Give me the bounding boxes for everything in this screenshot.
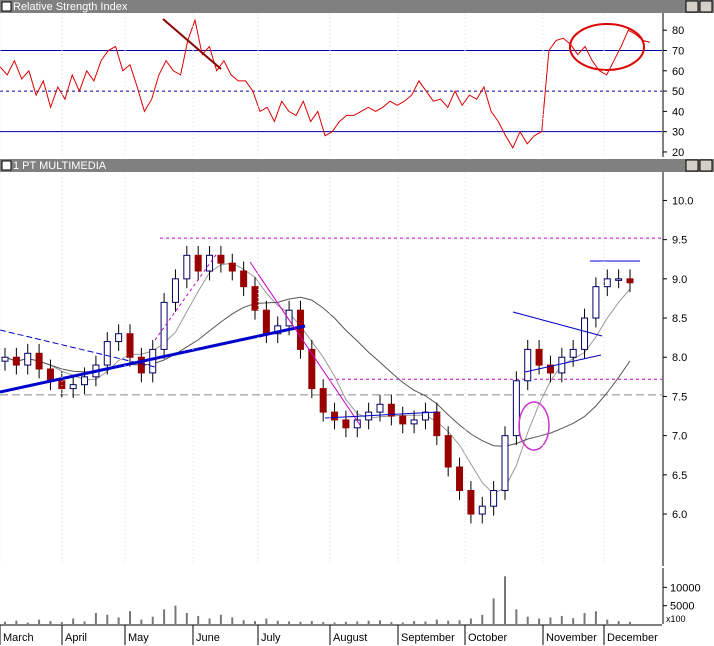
candle-body: [615, 278, 623, 281]
candle-body: [217, 254, 225, 264]
rsi-plot-area: 20 30 40 50 60 70 80: [0, 18, 684, 159]
candle-body: [251, 286, 259, 311]
candle-body: [342, 419, 350, 429]
candle-body: [149, 348, 157, 374]
candle-body: [319, 388, 327, 413]
candle-body: [115, 333, 123, 343]
x-tick-label: October: [468, 632, 507, 644]
candle-body: [194, 254, 202, 272]
candle-body: [103, 341, 111, 366]
x-tick-label: September: [401, 632, 455, 644]
candle-body: [581, 317, 589, 350]
x-tick-label: December: [607, 632, 658, 644]
candle-body: [35, 352, 43, 370]
x-tick-label: March: [3, 632, 34, 644]
candle-body: [206, 254, 214, 272]
candle-body: [626, 278, 634, 284]
x-tick-label: August: [333, 632, 367, 644]
candle-body: [569, 348, 577, 358]
candle-body: [535, 348, 543, 366]
candle-body: [228, 262, 236, 272]
downtrend-magenta-line: [249, 261, 361, 426]
candle-body: [81, 376, 89, 386]
candle-body: [444, 435, 452, 468]
candle-body: [240, 270, 248, 288]
candle-body: [12, 356, 20, 366]
rsi-tick-label: 80: [672, 25, 684, 37]
candle-body: [46, 368, 54, 382]
candle-body: [331, 411, 339, 421]
rsi-tick-label: 60: [672, 66, 684, 78]
price-panel: 1 PT MULTIMEDIA 6.0 6.5 7.0 7.5 8.0 8.5 9.0 9.5…: [0, 159, 714, 566]
rsi-tick-label: 40: [672, 106, 684, 118]
x-tick-label: May: [128, 632, 149, 644]
rsi-tick-label: 20: [672, 147, 684, 159]
rsi-overbought-circle-annotation: [569, 23, 645, 71]
candle-body: [421, 411, 429, 421]
candle-body: [592, 286, 600, 319]
rsi-panel-close[interactable]: [699, 0, 713, 13]
price-tick-label: 7.5: [672, 391, 687, 403]
gap-circle-annotation: [518, 401, 550, 451]
candle-body: [183, 254, 191, 280]
volume-plot-area: 5000 10000: [4, 576, 701, 624]
candle-body: [1, 356, 9, 362]
rsi-trendline-annotation: [162, 18, 222, 70]
price-tick-label: 9.0: [672, 274, 687, 286]
candle-body: [262, 309, 270, 335]
candle-body: [603, 278, 611, 288]
rsi-line: [0, 18, 651, 149]
x-tick-label: April: [65, 632, 87, 644]
rsi-tick-label: 70: [672, 46, 684, 58]
flag-upper-line: [512, 311, 603, 337]
price-title-checkbox[interactable]: [1, 160, 12, 171]
candle-body: [467, 490, 475, 515]
candle-body: [126, 333, 134, 358]
candle-body: [171, 278, 179, 303]
price-tick-label: 7.0: [672, 431, 687, 443]
candle-body: [308, 348, 316, 390]
x-tick-label: June: [196, 632, 220, 644]
rsi-title: Relative Strength Index: [13, 1, 128, 13]
price-panel-close[interactable]: [699, 159, 713, 172]
rsi-tick-label: 30: [672, 127, 684, 139]
candle-body: [296, 309, 304, 350]
candle-body: [410, 419, 418, 425]
rsi-tick-label: 50: [672, 86, 684, 98]
candle-body: [524, 348, 532, 382]
candle-body: [69, 384, 77, 390]
price-tick-label: 8.0: [672, 352, 687, 364]
price-title-bar: [0, 159, 714, 172]
price-tick-label: 6.0: [672, 509, 687, 521]
candle-body: [399, 415, 407, 425]
x-tick-label: November: [546, 632, 597, 644]
rsi-panel-minimize[interactable]: [685, 0, 699, 13]
price-tick-label: 10.0: [672, 195, 693, 207]
candle-body: [501, 435, 509, 492]
candle-body: [160, 301, 168, 350]
volume-multiplier-label: x100: [666, 614, 686, 624]
price-tick-label: 9.5: [672, 235, 687, 247]
price-title: 1 PT MULTIMEDIA: [13, 160, 107, 172]
price-tick-label: 6.5: [672, 470, 687, 482]
price-panel-minimize[interactable]: [685, 159, 699, 172]
volume-tick-label: 10000: [670, 582, 701, 594]
volume-panel: 5000 10000 x100: [4, 568, 701, 624]
candle-body: [433, 411, 441, 437]
candle-body: [376, 403, 384, 413]
candle-body: [490, 490, 498, 507]
candle-body: [456, 466, 464, 492]
short-moving-average-line: [4, 262, 631, 495]
rsi-panel: Relative Strength Index 20 30 40 50 60 70 80: [0, 0, 714, 159]
candle-body: [24, 352, 32, 366]
rsi-title-checkbox[interactable]: [1, 1, 12, 12]
x-tick-label: July: [261, 632, 281, 644]
x-axis: March April May June July August September Octo…: [0, 14, 662, 645]
volume-tick-label: 5000: [670, 601, 694, 613]
price-tick-label: 8.5: [672, 313, 687, 325]
price-plot-area: 6.0 6.5 7.0 7.5 8.0 8.5 9.0 9.5 10.0: [0, 195, 693, 524]
stock-chart: Relative Strength Index 20 30 40 50 60 70 80 1…: [0, 0, 714, 645]
candle-body: [558, 356, 566, 374]
candle-body: [478, 505, 486, 515]
